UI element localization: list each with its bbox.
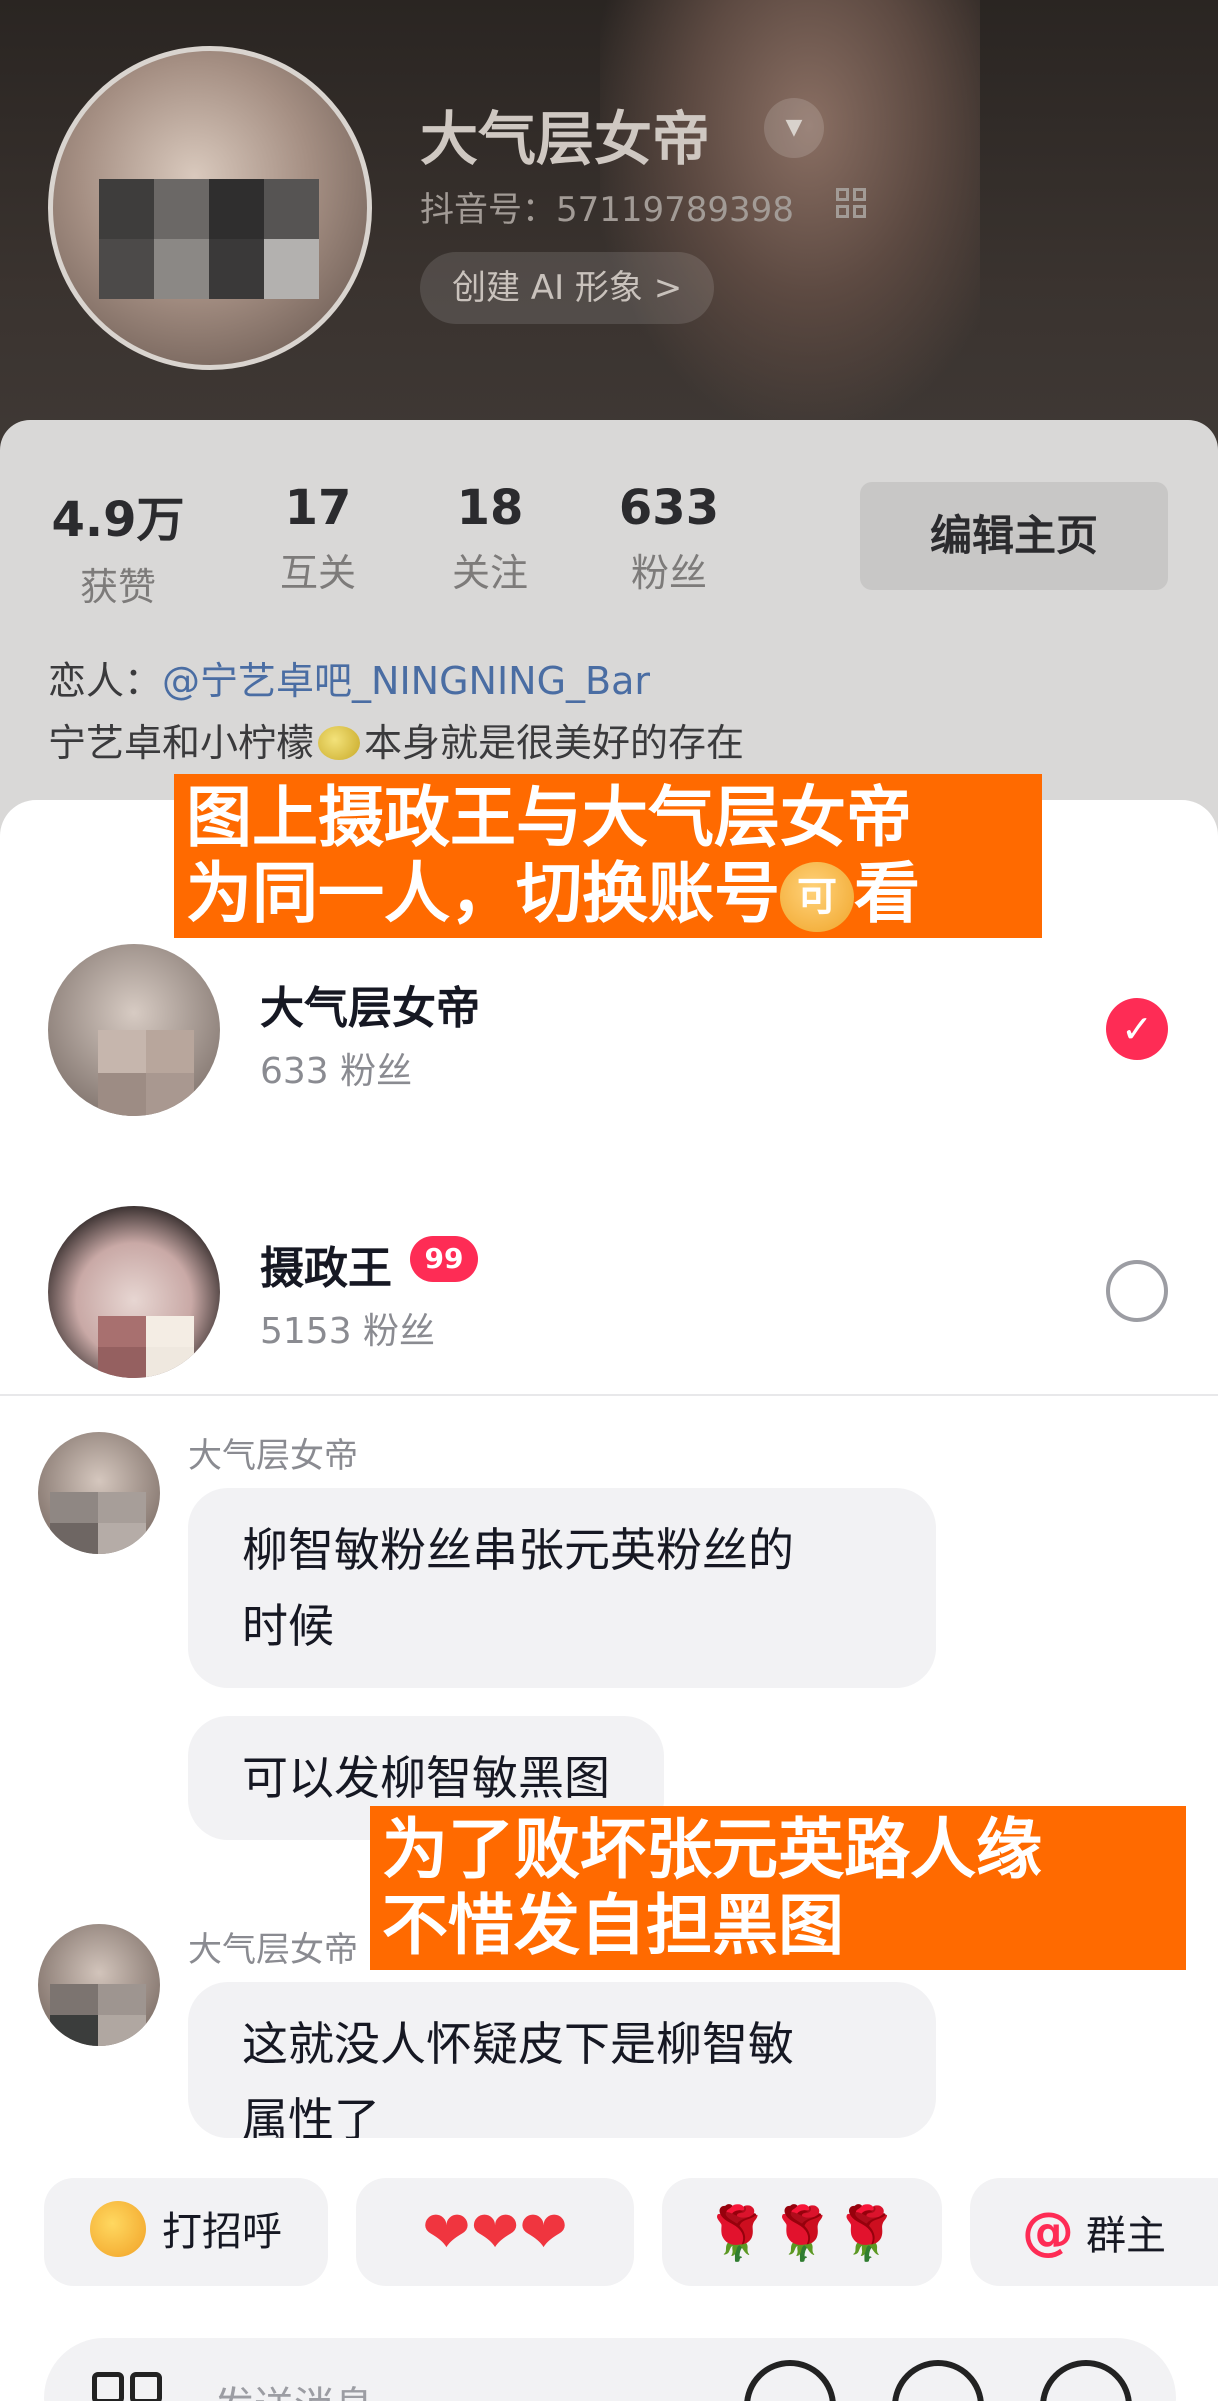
sender-name: 大气层女帝 bbox=[188, 1930, 358, 1970]
selected-check-icon[interactable]: ✓ bbox=[1106, 998, 1168, 1060]
caption-line: 不惜发自担黑图 bbox=[382, 1887, 844, 1964]
message-bubble[interactable]: 这就没人怀疑皮下是柳智敏 属性了 bbox=[188, 1982, 936, 2138]
caption-text: 为同一人，切换账号 bbox=[186, 855, 780, 932]
profile-name: 大气层女帝 bbox=[420, 105, 711, 173]
message-input[interactable]: 发送消息 bbox=[214, 2374, 374, 2401]
caption-line: 为同一人，切换账号可看 bbox=[186, 856, 1030, 932]
caption-text: 看 bbox=[854, 855, 920, 932]
message-bubble[interactable]: 柳智敏粉丝串张元英粉丝的 时候 bbox=[188, 1488, 936, 1688]
chevron-down-icon[interactable]: ▼ bbox=[764, 98, 824, 158]
divider bbox=[0, 1394, 1218, 1396]
edit-profile-button[interactable]: 编辑主页 bbox=[860, 482, 1168, 590]
avatar-mosaic bbox=[98, 1030, 194, 1116]
profile-bio: 宁艺卓和小柠檬 本身就是很美好的存在 bbox=[48, 712, 744, 767]
unread-badge: 99 bbox=[410, 1236, 478, 1282]
message-line: 可以发柳智敏黑图 bbox=[242, 1751, 610, 1805]
chat-avatar[interactable] bbox=[38, 1432, 160, 1554]
stat-label: 关注 bbox=[451, 551, 528, 595]
sender-name: 大气层女帝 bbox=[188, 1436, 358, 1476]
caption-line: 图上摄政王与大气层女帝 bbox=[186, 779, 912, 856]
roses-icon: 🌹🌹🌹 bbox=[704, 2204, 900, 2264]
stat-mutual[interactable]: 17 互关 bbox=[268, 480, 368, 597]
avatar-mosaic bbox=[50, 1984, 146, 2046]
quick-reply-greet[interactable]: 打招呼 bbox=[44, 2178, 328, 2286]
caption-top: 图上摄政王与大气层女帝 为同一人，切换账号可看 bbox=[174, 774, 1042, 938]
quick-reply-hearts[interactable]: ❤❤❤ bbox=[356, 2178, 634, 2286]
message-line: 时候 bbox=[242, 1599, 334, 1653]
message-line: 柳智敏粉丝串张元英粉丝的 bbox=[242, 1523, 794, 1577]
chat-avatar[interactable] bbox=[38, 1924, 160, 2046]
at-icon: @ bbox=[1022, 2202, 1074, 2262]
hearts-icon: ❤❤❤ bbox=[422, 2198, 568, 2266]
quick-reply-roses[interactable]: 🌹🌹🌹 bbox=[662, 2178, 942, 2286]
avatar-mosaic bbox=[99, 179, 319, 299]
stat-value: 17 bbox=[284, 480, 352, 536]
create-ai-avatar-button[interactable]: 创建 AI 形象 > bbox=[420, 252, 715, 324]
caption-line: 为了败坏张元英路人缘 bbox=[382, 1811, 1042, 1888]
account-fans: 633 粉丝 bbox=[260, 1051, 413, 1092]
bio-text-start: 宁艺卓和小柠檬 bbox=[48, 721, 315, 765]
stat-label: 互关 bbox=[279, 551, 356, 595]
account-avatar[interactable] bbox=[48, 1206, 220, 1378]
qr-code-icon[interactable] bbox=[836, 188, 866, 218]
account-avatar[interactable] bbox=[48, 944, 220, 1116]
lemon-icon bbox=[318, 726, 361, 760]
account-fans: 5153 粉丝 bbox=[260, 1311, 436, 1352]
stat-value: 633 bbox=[618, 480, 720, 536]
ke-emoji-icon: 可 bbox=[780, 862, 854, 932]
lover-prefix: 恋人： bbox=[48, 659, 163, 703]
unselected-radio-icon[interactable] bbox=[1106, 1260, 1168, 1322]
lover-link[interactable]: @宁艺卓吧_NINGNING_Bar bbox=[162, 659, 650, 703]
douyin-id: 抖音号：57119789398 bbox=[420, 190, 794, 230]
quick-reply-label: 群主 bbox=[1086, 2213, 1166, 2259]
stat-following[interactable]: 18 关注 bbox=[440, 480, 540, 597]
account-name: 大气层女帝 bbox=[260, 983, 480, 1034]
quick-reply-row: 打招呼 ❤❤❤ 🌹🌹🌹 @ 群主 bbox=[0, 2178, 1218, 2286]
stat-value: 18 bbox=[456, 480, 524, 536]
lover-line: 恋人：@宁艺卓吧_NINGNING_Bar bbox=[48, 650, 650, 705]
avatar-mosaic bbox=[98, 1316, 194, 1378]
stat-label: 粉丝 bbox=[630, 551, 707, 595]
message-line: 这就没人怀疑皮下是柳智敏 bbox=[242, 2017, 794, 2071]
quick-reply-label: 打招呼 bbox=[162, 2209, 282, 2255]
avatar-mosaic bbox=[50, 1492, 146, 1554]
message-line: 属性了 bbox=[242, 2093, 380, 2138]
bio-text-end: 本身就是很美好的存在 bbox=[364, 721, 745, 765]
smile-face-icon bbox=[90, 2201, 146, 2257]
quick-reply-mention-owner[interactable]: @ 群主 bbox=[970, 2178, 1218, 2286]
caption-bottom: 为了败坏张元英路人缘 不惜发自担黑图 bbox=[370, 1806, 1186, 1970]
stat-value: 4.9万 bbox=[51, 492, 185, 548]
apps-grid-icon[interactable] bbox=[92, 2372, 162, 2401]
profile-avatar[interactable] bbox=[48, 46, 372, 370]
stat-likes[interactable]: 4.9万 获赞 bbox=[48, 480, 188, 611]
stat-followers[interactable]: 633 粉丝 bbox=[614, 480, 724, 597]
stat-label: 获赞 bbox=[79, 565, 156, 609]
account-name: 摄政王 bbox=[260, 1243, 392, 1294]
